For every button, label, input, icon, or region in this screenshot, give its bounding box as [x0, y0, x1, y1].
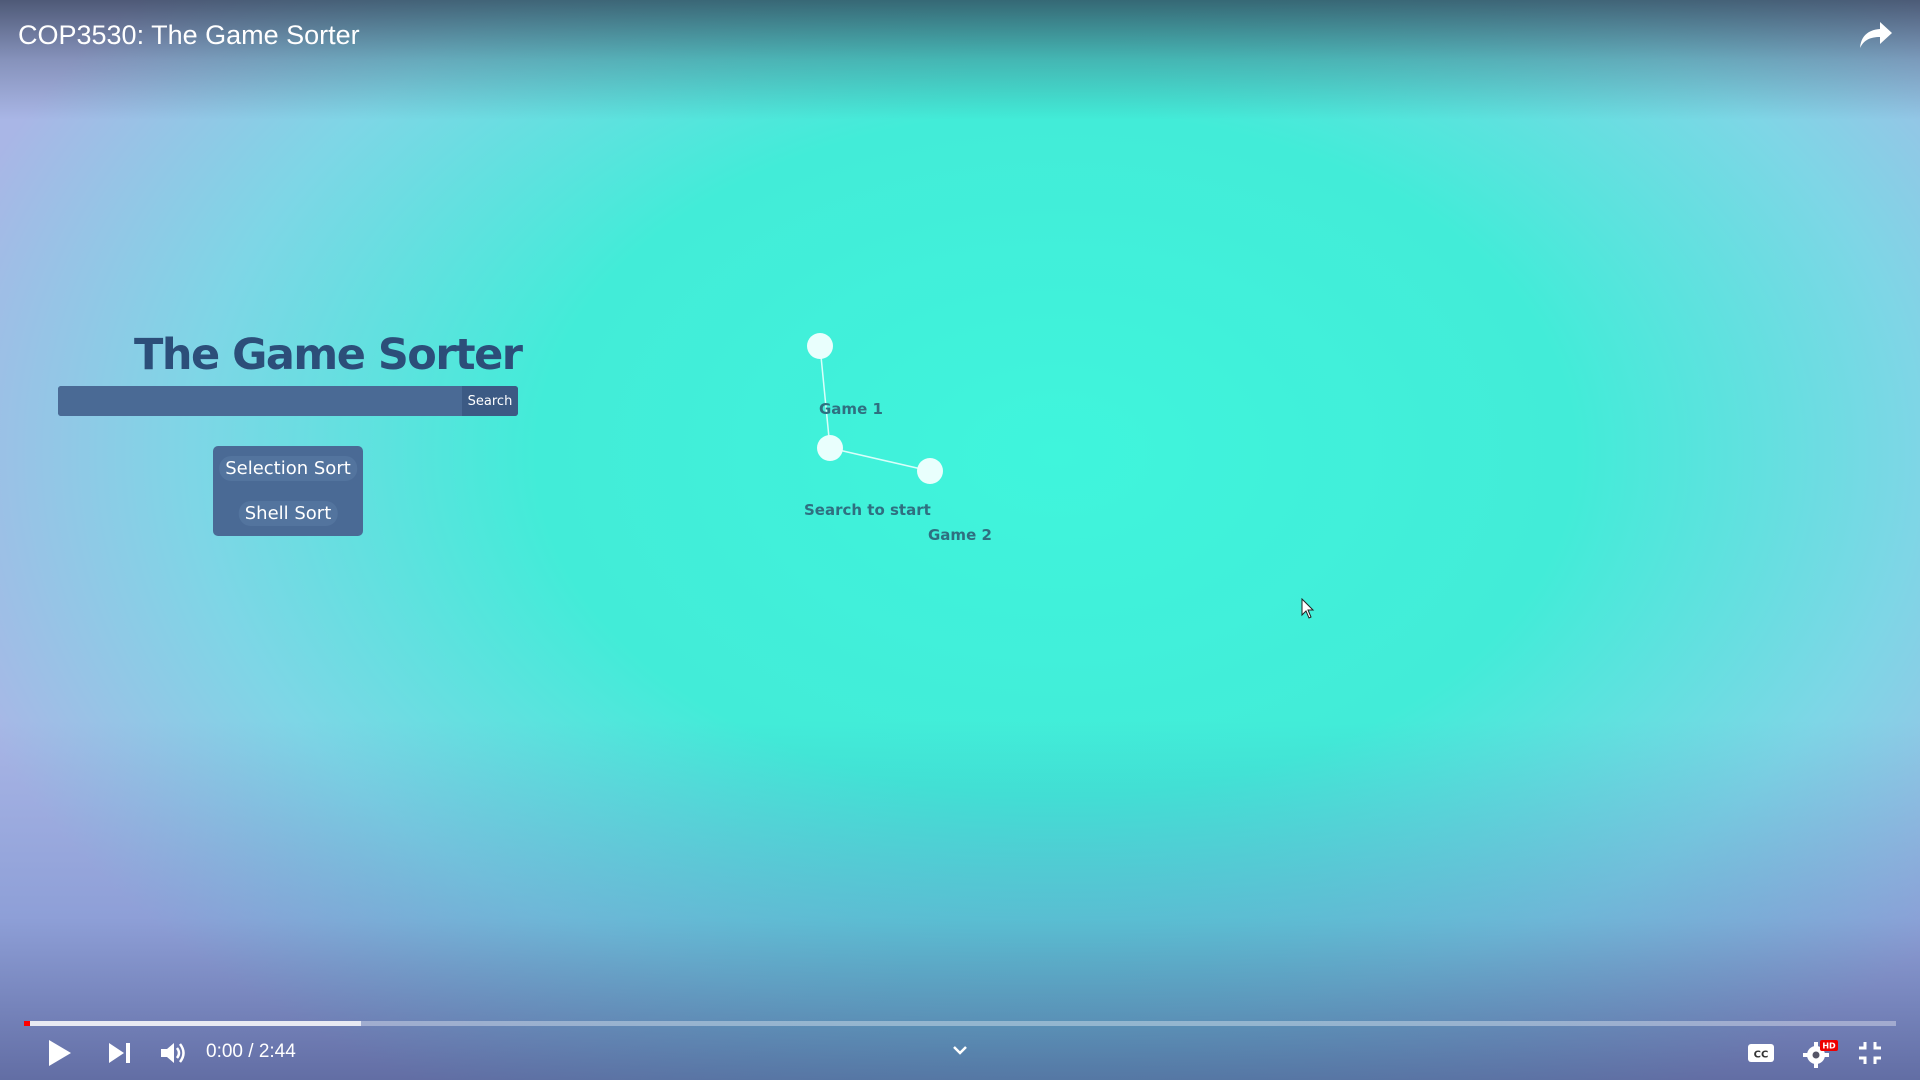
game1-label: Game 1: [819, 400, 883, 418]
hd-badge-label: HD: [1822, 1042, 1836, 1051]
cc-icon[interactable]: CC: [1747, 1043, 1775, 1063]
next-icon[interactable]: [107, 1041, 133, 1065]
selection-sort-button[interactable]: Selection Sort: [219, 456, 357, 481]
chevron-down-icon[interactable]: [950, 1043, 970, 1057]
graph-node: [917, 458, 943, 484]
sort-panel: Selection Sort Shell Sort: [213, 446, 363, 536]
progress-played: [24, 1021, 30, 1026]
shell-sort-button[interactable]: Shell Sort: [238, 501, 338, 526]
graph-node: [817, 435, 843, 461]
settings-icon[interactable]: HD: [1800, 1038, 1840, 1068]
search-bar: Search: [58, 386, 518, 416]
game2-label: Game 2: [928, 526, 992, 544]
bottom-overlay: [0, 720, 1920, 1080]
progress-buffered: [24, 1021, 361, 1026]
mouse-cursor-icon: [1301, 598, 1315, 619]
volume-icon[interactable]: [159, 1040, 187, 1066]
exit-fullscreen-icon[interactable]: [1857, 1040, 1883, 1066]
share-icon[interactable]: [1858, 20, 1894, 52]
graph-edge: [819, 345, 831, 449]
graph-edge: [829, 447, 931, 472]
play-icon[interactable]: [44, 1038, 74, 1068]
progress-bar[interactable]: [24, 1021, 1896, 1026]
graph-node: [807, 333, 833, 359]
search-button[interactable]: Search: [462, 386, 518, 416]
search-input[interactable]: [58, 386, 462, 416]
video-title[interactable]: COP3530: The Game Sorter: [18, 20, 360, 51]
time-display: 0:00 / 2:44: [206, 1041, 296, 1062]
search-to-start-label: Search to start: [804, 501, 931, 519]
svg-text:CC: CC: [1754, 1050, 1769, 1061]
top-overlay: [0, 0, 1920, 120]
app-title: The Game Sorter: [134, 330, 523, 380]
